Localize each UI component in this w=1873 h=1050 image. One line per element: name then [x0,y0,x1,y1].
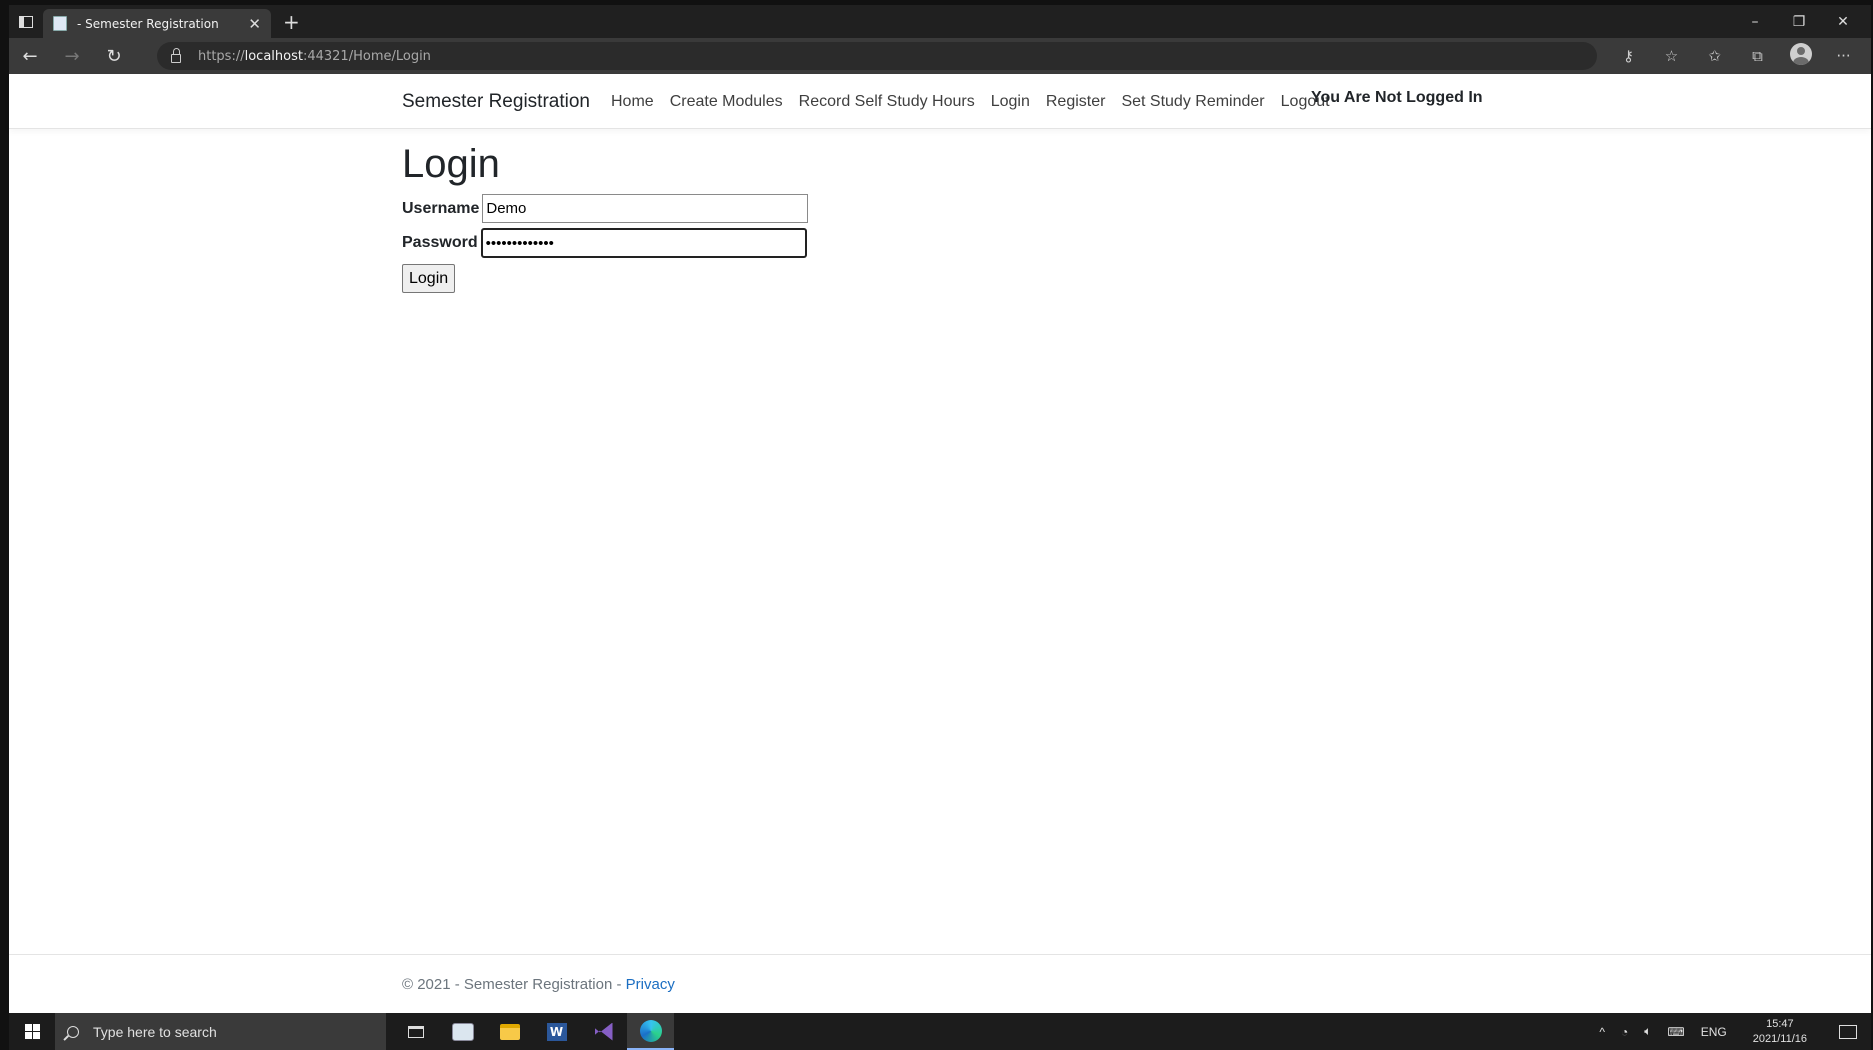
collections-icon[interactable]: ⧉ [1736,47,1779,65]
more-options-icon[interactable]: ··· [1822,47,1865,65]
keyboard-icon[interactable]: ⌨ [1667,1025,1684,1039]
profile-icon[interactable] [1779,43,1822,69]
system-tray: ^ ◔ 🔈︎ ⌨ ENG 15:47 2021/11/16 [1591,1013,1871,1050]
tray-chevron-icon[interactable]: ^ [1599,1025,1605,1039]
footer-text: © 2021 - Semester Registration - Privacy [402,976,675,993]
page-title: Login [402,142,500,186]
url-path: :44321/Home/Login [302,48,431,64]
login-submit-button[interactable]: Login [402,264,456,293]
window-controls: – ❐ ✕ [1733,5,1865,38]
url-text: https://localhost:44321/Home/Login [198,49,431,64]
nav-link-set-study-reminder[interactable]: Set Study Reminder [1121,93,1264,111]
windows-logo-icon [24,1024,40,1039]
browser-window: - Semester Registration ✕ + – ❐ ✕ ← → ↻ … [0,0,1873,1050]
taskbar-app-ie[interactable] [439,1013,486,1050]
tab-title: - Semester Registration [77,16,219,31]
site-navbar: Semester Registration Home Create Module… [9,74,1871,129]
browser-tool-icons: ⚷ ☆ ✩ ⧉ ··· [1607,38,1865,74]
folder-icon [499,1023,520,1040]
restore-button[interactable]: ❐ [1777,14,1821,30]
clock-time: 15:47 [1766,1018,1794,1031]
task-view-button[interactable] [392,1013,439,1050]
taskbar-app-word[interactable]: W [533,1013,580,1050]
windows-taskbar: Type here to search W ^ ◔ 🔈︎ ⌨ ENG 15:47… [9,1013,1871,1050]
password-row: Password [402,228,808,258]
tab-actions-icon[interactable] [9,5,43,38]
username-input[interactable] [482,194,809,223]
taskbar-search[interactable]: Type here to search [55,1013,386,1050]
username-row: Username [402,194,809,223]
page-favicon-icon [53,16,67,31]
nav-links: Home Create Modules Record Self Study Ho… [611,93,1346,111]
task-view-icon [407,1025,424,1038]
login-form: Login Username Password Login [402,140,809,293]
site-brand[interactable]: Semester Registration [402,91,590,113]
visual-studio-icon [594,1022,613,1041]
copyright-text: © 2021 - Semester Registration - [402,976,626,993]
browser-app-icon [451,1022,474,1041]
word-icon: W [546,1022,567,1041]
url-host: localhost [244,48,303,64]
taskbar-apps: W [392,1013,674,1050]
close-tab-icon[interactable]: ✕ [248,15,261,33]
username-label: Username [402,199,480,217]
back-arrow-icon[interactable]: ← [9,46,51,67]
nav-link-register[interactable]: Register [1046,93,1106,111]
favorites-icon[interactable]: ✩ [1693,47,1736,65]
lock-icon[interactable] [171,47,181,63]
privacy-link[interactable]: Privacy [626,976,675,993]
minimize-button[interactable]: – [1733,14,1777,30]
password-label: Password [402,234,478,251]
password-input[interactable] [480,228,807,258]
site-footer: © 2021 - Semester Registration - Privacy [9,954,1871,1012]
search-icon [67,1025,79,1038]
nav-link-login[interactable]: Login [991,93,1030,111]
tab-strip: - Semester Registration ✕ + – ❐ ✕ [9,5,1871,38]
new-tab-button[interactable]: + [283,12,300,32]
volume-icon[interactable]: 🔈︎ [1644,1024,1651,1039]
browser-toolbar: ← → ↻ https://localhost:44321/Home/Login… [9,38,1871,74]
address-bar[interactable]: https://localhost:44321/Home/Login [157,42,1597,70]
taskbar-app-visual-studio[interactable] [580,1013,627,1050]
start-button[interactable] [9,1013,55,1050]
screen-border [0,0,9,1050]
login-status-text: You Are Not Logged In [1311,89,1483,106]
taskbar-app-file-explorer[interactable] [486,1013,533,1050]
language-indicator[interactable]: ENG [1701,1025,1727,1039]
close-window-button[interactable]: ✕ [1821,14,1865,30]
refresh-icon[interactable]: ↻ [93,46,135,67]
edge-icon [639,1019,662,1042]
add-favorite-icon[interactable]: ☆ [1650,47,1693,65]
password-key-icon[interactable]: ⚷ [1607,47,1650,65]
taskbar-clock[interactable]: 15:47 2021/11/16 [1745,1017,1815,1046]
taskbar-app-edge[interactable] [627,1013,674,1050]
forward-arrow-icon[interactable]: → [51,46,93,67]
clock-date: 2021/11/16 [1752,1032,1807,1045]
url-scheme: https:// [198,48,245,64]
nav-link-create-modules[interactable]: Create Modules [670,93,783,111]
nav-link-record-self-study-hours[interactable]: Record Self Study Hours [799,93,975,111]
nav-link-home[interactable]: Home [611,93,654,111]
browser-tab[interactable]: - Semester Registration ✕ [43,9,271,38]
wifi-icon[interactable]: ◔ [1621,1025,1628,1039]
search-placeholder: Type here to search [93,1023,217,1040]
notification-icon[interactable] [1839,1024,1857,1039]
